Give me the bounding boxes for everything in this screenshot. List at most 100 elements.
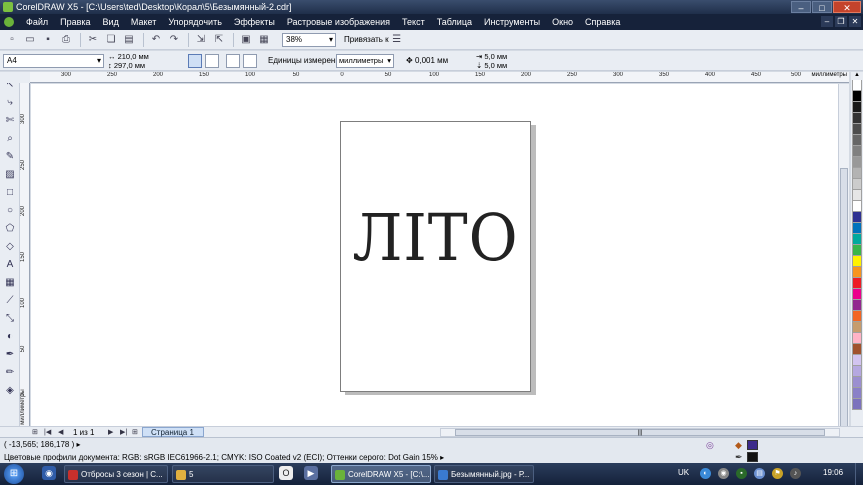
palette-swatch[interactable] xyxy=(852,91,862,102)
palette-swatch[interactable] xyxy=(852,234,862,245)
volume-icon[interactable]: ♪ xyxy=(790,468,801,479)
welcome-screen-icon[interactable]: ▦ xyxy=(256,32,272,48)
menu-view[interactable]: Вид xyxy=(97,17,125,27)
palette-swatch[interactable] xyxy=(852,355,862,366)
palette-swatch[interactable] xyxy=(852,201,862,212)
print-icon[interactable]: ⎙ xyxy=(58,32,74,48)
ruler-corner[interactable] xyxy=(0,72,30,83)
page-tab[interactable]: Страница 1 xyxy=(142,427,204,437)
menu-effects[interactable]: Эффекты xyxy=(228,17,281,27)
eyedropper-tool-icon[interactable]: ✒ xyxy=(3,348,17,362)
document-info-icon[interactable]: ◎ xyxy=(706,440,714,451)
menu-help[interactable]: Справка xyxy=(579,17,626,27)
network-icon[interactable]: ▤ xyxy=(754,468,765,479)
import-icon[interactable]: ⇲ xyxy=(193,32,209,48)
palette-swatch[interactable] xyxy=(852,333,862,344)
palette-swatch[interactable] xyxy=(852,311,862,322)
palette-scroll-up-icon[interactable]: ▲ xyxy=(851,72,863,80)
palette-swatch[interactable] xyxy=(852,113,862,124)
zoom-level-select[interactable]: 38% xyxy=(282,32,336,47)
polygon-tool-icon[interactable]: ⬠ xyxy=(3,222,17,236)
drawing-canvas[interactable]: ЛІТО xyxy=(31,84,849,426)
palette-swatch[interactable] xyxy=(852,256,862,267)
fill-bucket-icon[interactable]: ◆ xyxy=(735,440,742,451)
clock[interactable]: 19:06 xyxy=(823,468,843,477)
palette-swatch[interactable] xyxy=(852,190,862,201)
page-height-field[interactable]: ↕ 297,0 мм xyxy=(108,61,180,70)
menu-file[interactable]: Файл xyxy=(20,17,54,27)
zoom-tool-icon[interactable]: ⌕ xyxy=(3,132,17,146)
task-folder[interactable]: 5 xyxy=(172,465,274,483)
horizontal-scroll-thumb[interactable]: ||| xyxy=(455,429,825,436)
minimize-button[interactable]: – xyxy=(791,1,811,13)
palette-swatch[interactable] xyxy=(852,289,862,300)
text-tool-icon[interactable]: A xyxy=(3,258,17,272)
crop-tool-icon[interactable]: ✄ xyxy=(3,114,17,128)
palette-swatch[interactable] xyxy=(852,322,862,333)
outline-pen-icon[interactable]: ✒ xyxy=(735,452,743,463)
application-launcher-icon[interactable]: ▣ xyxy=(238,32,254,48)
color-profiles-info[interactable]: Цветовые профили документа: RGB: sRGB IE… xyxy=(4,453,444,462)
palette-swatch[interactable] xyxy=(852,278,862,289)
all-pages-button[interactable] xyxy=(226,54,240,68)
start-button[interactable]: ⊞ xyxy=(4,464,24,484)
palette-swatch[interactable] xyxy=(852,366,862,377)
artwork-text[interactable]: ЛІТО xyxy=(349,204,523,274)
menu-layout[interactable]: Макет xyxy=(125,17,162,27)
nudge-distance-field[interactable]: ✥ 0,001 мм xyxy=(406,56,448,65)
opera-icon[interactable]: O xyxy=(279,466,293,480)
palette-swatch[interactable] xyxy=(852,245,862,256)
palette-swatch[interactable] xyxy=(852,399,862,410)
tray-icon[interactable]: ◐ xyxy=(700,468,711,479)
palette-swatch[interactable] xyxy=(852,388,862,399)
export-icon[interactable]: ⇱ xyxy=(211,32,227,48)
palette-swatch[interactable] xyxy=(852,267,862,278)
duplicate-y-field[interactable]: ⇣ 5,0 мм xyxy=(476,61,536,70)
menu-table[interactable]: Таблица xyxy=(431,17,478,27)
maximize-button[interactable]: □ xyxy=(812,1,832,13)
media-player-icon[interactable]: ▶ xyxy=(304,466,318,480)
menu-bitmaps[interactable]: Растровые изображения xyxy=(281,17,396,27)
vertical-scrollbar[interactable] xyxy=(838,84,849,485)
palette-swatch[interactable] xyxy=(852,124,862,135)
palette-swatch[interactable] xyxy=(852,223,862,234)
snap-to-dropdown[interactable]: Привязать к xyxy=(344,35,389,44)
outline-color-swatch[interactable] xyxy=(747,452,758,462)
menu-window[interactable]: Окно xyxy=(546,17,579,27)
menu-arrange[interactable]: Упорядочить xyxy=(162,17,228,27)
palette-swatch[interactable] xyxy=(852,300,862,311)
task-browser[interactable]: Отбросы 3 сезон | С... xyxy=(64,465,168,483)
smart-fill-tool-icon[interactable]: ▨ xyxy=(3,168,17,182)
interactive-tool-icon[interactable]: ◐ xyxy=(3,330,17,344)
language-indicator[interactable]: UK xyxy=(678,468,689,477)
horizontal-ruler[interactable]: 300 250 200 150 100 50 0 50 100 150 200 … xyxy=(30,72,849,83)
task-coreldraw[interactable]: CorelDRAW X5 - [C:\... xyxy=(331,465,431,483)
menu-tools[interactable]: Инструменты xyxy=(478,17,546,27)
undo-icon[interactable]: ↶ xyxy=(148,32,164,48)
document-icon[interactable] xyxy=(4,17,14,27)
landscape-button[interactable] xyxy=(205,54,219,68)
open-icon[interactable]: ▭ xyxy=(22,32,38,48)
redo-icon[interactable]: ↷ xyxy=(166,32,182,48)
options-icon[interactable]: ☰ xyxy=(389,32,405,48)
palette-swatch[interactable] xyxy=(852,377,862,388)
palette-swatch[interactable] xyxy=(852,146,862,157)
shape-tool-icon[interactable]: ⤷ xyxy=(3,96,17,110)
page-width-field[interactable]: ↔ 210,0 мм xyxy=(108,52,180,61)
palette-swatch[interactable] xyxy=(852,102,862,113)
menu-text[interactable]: Текст xyxy=(396,17,431,27)
palette-swatch[interactable] xyxy=(852,212,862,223)
ellipse-tool-icon[interactable]: ○ xyxy=(3,204,17,218)
doc-restore-button[interactable]: ❐ xyxy=(835,16,847,27)
cut-icon[interactable]: ✂ xyxy=(85,32,101,48)
palette-swatch[interactable] xyxy=(852,135,862,146)
flag-icon[interactable]: ⚑ xyxy=(772,468,783,479)
palette-swatch[interactable] xyxy=(852,157,862,168)
current-page-button[interactable] xyxy=(243,54,257,68)
basic-shapes-tool-icon[interactable]: ◇ xyxy=(3,240,17,254)
units-select[interactable]: миллиметры xyxy=(336,54,394,68)
paste-icon[interactable]: ▤ xyxy=(121,32,137,48)
duplicate-x-field[interactable]: ⇥ 5,0 мм xyxy=(476,52,536,61)
fill-color-swatch[interactable] xyxy=(747,440,758,450)
tray-icon[interactable]: ◉ xyxy=(718,468,729,479)
